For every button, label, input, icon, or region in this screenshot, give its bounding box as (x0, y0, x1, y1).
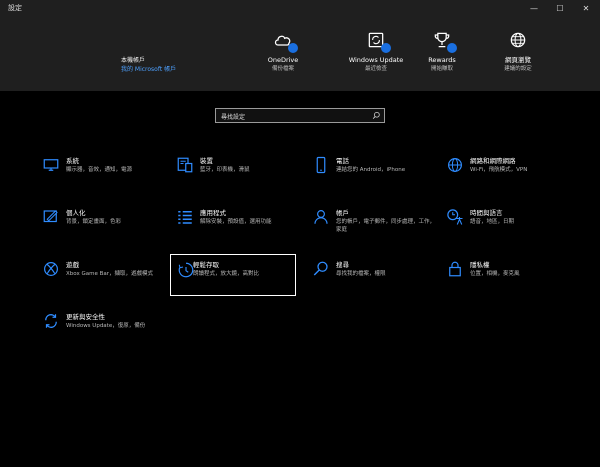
tile-description: 您的帳戶，電子郵件，同步處理，工作，家庭 (336, 219, 436, 233)
settings-header: 本機帳戶 我的 Microsoft 帳戶 OneDrive 備份檔案 Windo… (0, 18, 600, 91)
onedrive-status-badge (288, 43, 298, 53)
devices-icon (177, 157, 193, 173)
tile-description: Xbox Game Bar，擷取，遊戲模式 (66, 271, 153, 277)
tile-description: 連結您的 Android，iPhone (336, 167, 406, 173)
brush-icon (43, 210, 58, 223)
maximize-button[interactable]: ☐ (550, 0, 570, 18)
account-section: 本機帳戶 我的 Microsoft 帳戶 (121, 56, 176, 74)
shortcut-subtitle: 備份檔案 (271, 66, 294, 72)
microsoft-account-link[interactable]: 我的 Microsoft 帳戶 (121, 65, 176, 74)
lock-icon (449, 261, 461, 277)
tile-title: 裝置 (200, 157, 213, 165)
tile-title: 系統 (66, 157, 79, 165)
tile-title: 應用程式 (200, 209, 226, 217)
tile-description: 朗讀程式，放大鏡，高對比 (193, 271, 260, 277)
magnifier-icon[interactable] (372, 111, 381, 120)
window-title: 設定 (8, 4, 22, 12)
update-status-badge (381, 43, 391, 53)
search-placeholder: 尋找設定 (221, 114, 246, 121)
tile-title: 遊戲 (66, 261, 79, 269)
network-icon (448, 158, 462, 172)
tile-system[interactable]: 系統 顯示器，音效，通知，電源 (42, 156, 167, 200)
account-avatar[interactable] (95, 58, 113, 76)
local-account-label: 本機帳戶 (121, 57, 146, 64)
tile-title: 搜尋 (336, 261, 349, 269)
shortcut-title: OneDrive (267, 56, 299, 64)
close-button[interactable]: ✕ (576, 0, 596, 18)
sync-icon (45, 314, 57, 328)
tile-apps[interactable]: 應用程式 解除安裝，預設值，選用功能 (176, 208, 301, 252)
tile-description: 顯示器，音效，通知，電源 (66, 167, 133, 173)
tile-description: 背景，鎖定畫面，色彩 (66, 219, 122, 225)
tile-title: 網路和網際網路 (470, 157, 516, 165)
rewards-status-badge (447, 43, 457, 53)
tile-description: 語音，地區，日期 (470, 219, 515, 225)
tile-description: Windows Update，復原，備份 (66, 323, 146, 329)
tile-personalization[interactable]: 個人化 背景，鎖定畫面，色彩 (42, 208, 167, 252)
shortcut-title: 網頁瀏覽 (505, 56, 531, 64)
tile-description: 尋找我的檔案，權限 (336, 271, 386, 277)
monitor-icon (43, 159, 59, 171)
time-language-icon (447, 209, 463, 225)
shortcut-subtitle: 建議的設定 (504, 66, 532, 72)
tile-description: 解除安裝，預設值，選用功能 (200, 219, 272, 225)
minimize-button[interactable]: — (524, 0, 544, 18)
tile-phone[interactable]: 電話 連結您的 Android，iPhone (312, 156, 437, 200)
xbox-icon (44, 262, 58, 276)
title-bar: 設定 — ☐ ✕ (0, 0, 600, 18)
settings-search-box[interactable]: 尋找設定 (215, 108, 385, 123)
shortcut-onedrive[interactable]: OneDrive 備份檔案 (243, 30, 323, 73)
tile-title: 個人化 (66, 209, 86, 217)
person-icon (314, 210, 328, 224)
tile-title: 電話 (336, 157, 349, 165)
shortcut-web-browsing[interactable]: 網頁瀏覽 建議的設定 (478, 30, 558, 73)
tile-time-language[interactable]: 時間與語言 語音，地區，日期 (446, 208, 571, 252)
tile-description: 位置，相機，麥克風 (470, 271, 520, 277)
globe-icon (510, 32, 526, 48)
tile-title: 時間與語言 (470, 209, 503, 217)
shortcut-subtitle: 開始賺取 (430, 66, 453, 72)
tile-title: 帳戶 (336, 209, 349, 217)
tile-devices[interactable]: 裝置 藍牙，印表機，滑鼠 (176, 156, 301, 200)
apps-icon (178, 211, 192, 224)
tile-title: 輕鬆存取 (193, 261, 219, 269)
tile-title: 更新與安全性 (66, 313, 105, 321)
search-icon (313, 261, 328, 276)
tile-title: 隱私權 (470, 261, 490, 269)
phone-icon (316, 156, 326, 174)
tile-ease-of-access[interactable]: 輕鬆存取 朗讀程式，放大鏡，高對比 (170, 254, 296, 296)
shortcut-rewards[interactable]: Rewards 開始賺取 (402, 30, 482, 73)
tile-network[interactable]: 網路和網際網路 Wi-Fi，飛航模式，VPN (446, 156, 571, 200)
tile-description: Wi-Fi，飛航模式，VPN (470, 167, 528, 173)
tile-update-security[interactable]: 更新與安全性 Windows Update，復原，備份 (42, 312, 167, 356)
tile-privacy[interactable]: 隱私權 位置，相機，麥克風 (446, 260, 571, 304)
tile-description: 藍牙，印表機，滑鼠 (200, 167, 250, 173)
tile-search[interactable]: 搜尋 尋找我的檔案，權限 (312, 260, 437, 304)
shortcut-title: Rewards (428, 56, 456, 64)
tile-gaming[interactable]: 遊戲 Xbox Game Bar，擷取，遊戲模式 (42, 260, 167, 304)
tile-accounts[interactable]: 帳戶 您的帳戶，電子郵件，同步處理，工作，家庭 (312, 208, 437, 252)
